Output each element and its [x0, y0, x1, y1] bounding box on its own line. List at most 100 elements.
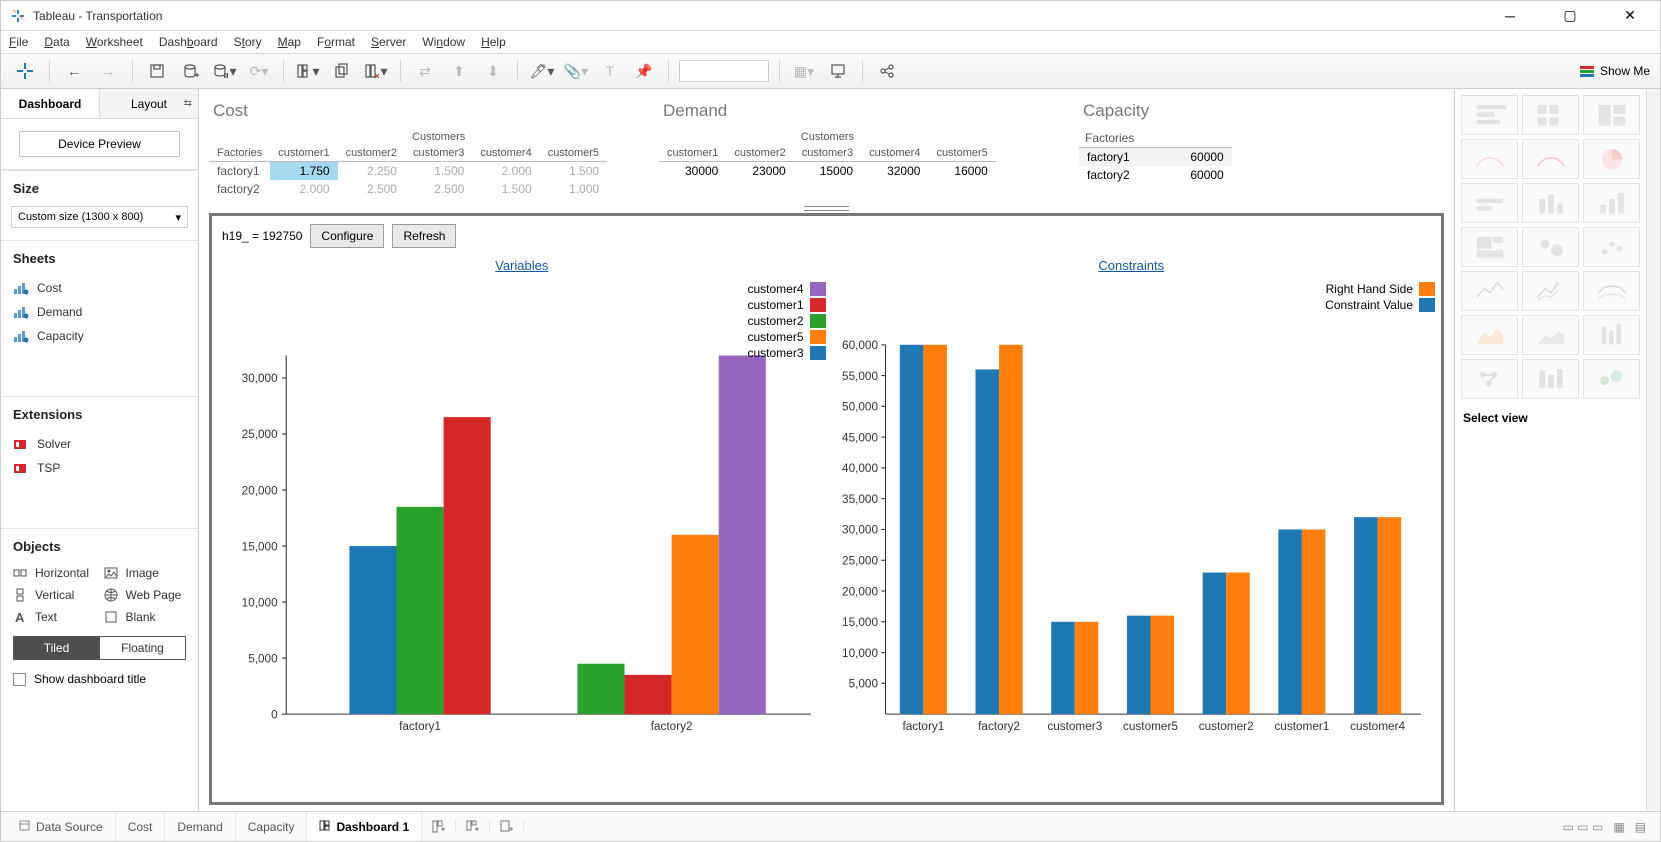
obj-vertical[interactable]: Vertical: [13, 588, 96, 602]
svg-text:5,000: 5,000: [848, 678, 878, 691]
share-icon[interactable]: [873, 57, 901, 85]
back-icon[interactable]: ←: [60, 57, 88, 85]
viz-thumb-12[interactable]: [1461, 271, 1518, 311]
svg-text:30,000: 30,000: [842, 524, 878, 537]
svg-text:25,000: 25,000: [842, 555, 878, 568]
viz-thumb-1[interactable]: [1522, 95, 1579, 135]
tableau-icon: [11, 9, 25, 23]
duplicate-icon[interactable]: [328, 57, 356, 85]
size-dropdown[interactable]: Custom size (1300 x 800)▾: [11, 206, 188, 228]
viz-thumb-13[interactable]: [1522, 271, 1579, 311]
viz-thumb-9[interactable]: [1461, 227, 1518, 267]
obj-webpage[interactable]: Web Page: [104, 588, 187, 602]
label-icon[interactable]: T: [596, 57, 624, 85]
extension-tsp[interactable]: TSP: [1, 458, 198, 478]
sheet-demand[interactable]: Demand: [1, 302, 198, 322]
presentation-icon[interactable]: [824, 57, 852, 85]
viz-thumb-6[interactable]: [1461, 183, 1518, 223]
forward-icon[interactable]: →: [94, 57, 122, 85]
viz-thumb-8[interactable]: [1583, 183, 1640, 223]
viz-thumb-18[interactable]: [1461, 359, 1518, 399]
menu-server[interactable]: Server: [371, 35, 406, 49]
menu-window[interactable]: Window: [422, 35, 465, 49]
variables-chart-title: Variables: [222, 258, 822, 273]
viz-thumb-15[interactable]: [1461, 315, 1518, 355]
sheet-cost[interactable]: Cost: [1, 278, 198, 298]
side-tab-dashboard[interactable]: Dashboard: [1, 89, 99, 118]
refresh-icon[interactable]: ⟳▾: [245, 57, 273, 85]
menu-story[interactable]: Story: [234, 35, 262, 49]
sort-asc-icon[interactable]: ⬆: [445, 57, 473, 85]
menu-dashboard[interactable]: Dashboard: [159, 35, 218, 49]
tab-cost[interactable]: Cost: [116, 812, 166, 841]
viz-thumb-17[interactable]: [1583, 315, 1640, 355]
obj-blank[interactable]: Blank: [104, 610, 187, 624]
new-dashboard-tab-icon[interactable]: [456, 820, 490, 833]
sheets-head: Sheets: [1, 241, 198, 272]
show-title-label: Show dashboard title: [34, 672, 146, 686]
viz-thumb-16[interactable]: [1522, 315, 1579, 355]
tab-capacity[interactable]: Capacity: [236, 812, 308, 841]
obj-text[interactable]: AText: [13, 610, 96, 624]
viz-thumb-3[interactable]: [1461, 139, 1518, 179]
swap-icon[interactable]: ⇄: [411, 57, 439, 85]
new-data-source-icon[interactable]: [177, 57, 205, 85]
viz-thumb-7[interactable]: [1522, 183, 1579, 223]
viz-thumb-11[interactable]: [1583, 227, 1640, 267]
menu-format[interactable]: Format: [317, 35, 355, 49]
new-story-tab-icon[interactable]: [490, 820, 524, 833]
viz-thumb-20[interactable]: [1583, 359, 1640, 399]
svg-text:5,000: 5,000: [248, 652, 278, 665]
side-tab-layout[interactable]: Layout⇆: [99, 89, 198, 118]
menu-data[interactable]: Data: [44, 35, 69, 49]
viz-thumb-10[interactable]: [1522, 227, 1579, 267]
grid-view-icon[interactable]: ▦: [1613, 820, 1624, 834]
objects-head: Objects: [1, 529, 198, 560]
menu-file[interactable]: File: [9, 35, 28, 49]
vertical-scrollbar[interactable]: [1646, 89, 1660, 811]
filmstrip-icon[interactable]: ▭ ▭ ▭: [1563, 820, 1604, 834]
obj-image[interactable]: Image: [104, 566, 187, 580]
tab-dashboard1[interactable]: Dashboard 1: [307, 812, 422, 841]
close-button[interactable]: ✕: [1610, 2, 1650, 30]
viz-thumb-19[interactable]: [1522, 359, 1579, 399]
show-me-button[interactable]: Show Me: [1580, 64, 1650, 78]
fit-dropdown[interactable]: [679, 60, 769, 82]
configure-button[interactable]: Configure: [310, 224, 384, 248]
viz-thumb-2[interactable]: [1583, 95, 1640, 135]
horizontal-splitter[interactable]: [804, 206, 849, 211]
pin-icon[interactable]: 📌: [630, 57, 658, 85]
viz-thumb-4[interactable]: [1522, 139, 1579, 179]
highlight-icon[interactable]: 🖊▾: [528, 57, 556, 85]
viz-thumb-0[interactable]: [1461, 95, 1518, 135]
svg-text:45,000: 45,000: [842, 431, 878, 444]
attach-icon[interactable]: 📎▾: [562, 57, 590, 85]
refresh-button[interactable]: Refresh: [392, 224, 456, 248]
maximize-button[interactable]: ▢: [1550, 2, 1590, 30]
constraints-legend: Right Hand Side Constraint Value: [1325, 282, 1435, 314]
save-icon[interactable]: [143, 57, 171, 85]
device-preview-button[interactable]: Device Preview: [19, 131, 180, 157]
show-tabs-icon[interactable]: ▤: [1635, 820, 1646, 834]
cards-icon[interactable]: ▦▾: [790, 57, 818, 85]
tableau-logo-icon[interactable]: [11, 57, 39, 85]
tab-data-source[interactable]: Data Source: [7, 812, 116, 841]
viz-thumb-5[interactable]: [1583, 139, 1640, 179]
menu-worksheet[interactable]: Worksheet: [86, 35, 143, 49]
extension-solver[interactable]: Solver: [1, 434, 198, 454]
clear-icon[interactable]: ▾: [362, 57, 390, 85]
viz-thumb-14[interactable]: [1583, 271, 1640, 311]
menu-map[interactable]: Map: [278, 35, 301, 49]
menu-help[interactable]: Help: [481, 35, 506, 49]
minimize-button[interactable]: ─: [1490, 2, 1530, 30]
pause-auto-update-icon[interactable]: ▾: [211, 57, 239, 85]
obj-horizontal[interactable]: Horizontal: [13, 566, 96, 580]
sheet-capacity[interactable]: Capacity: [1, 326, 198, 346]
tab-demand[interactable]: Demand: [165, 812, 235, 841]
new-worksheet-icon[interactable]: ▾: [294, 57, 322, 85]
show-title-checkbox[interactable]: [13, 673, 26, 686]
tile-mode-tiled[interactable]: Tiled: [13, 636, 100, 660]
tile-mode-floating[interactable]: Floating: [100, 636, 186, 660]
sort-desc-icon[interactable]: ⬇: [479, 57, 507, 85]
new-worksheet-tab-icon[interactable]: [422, 820, 456, 833]
